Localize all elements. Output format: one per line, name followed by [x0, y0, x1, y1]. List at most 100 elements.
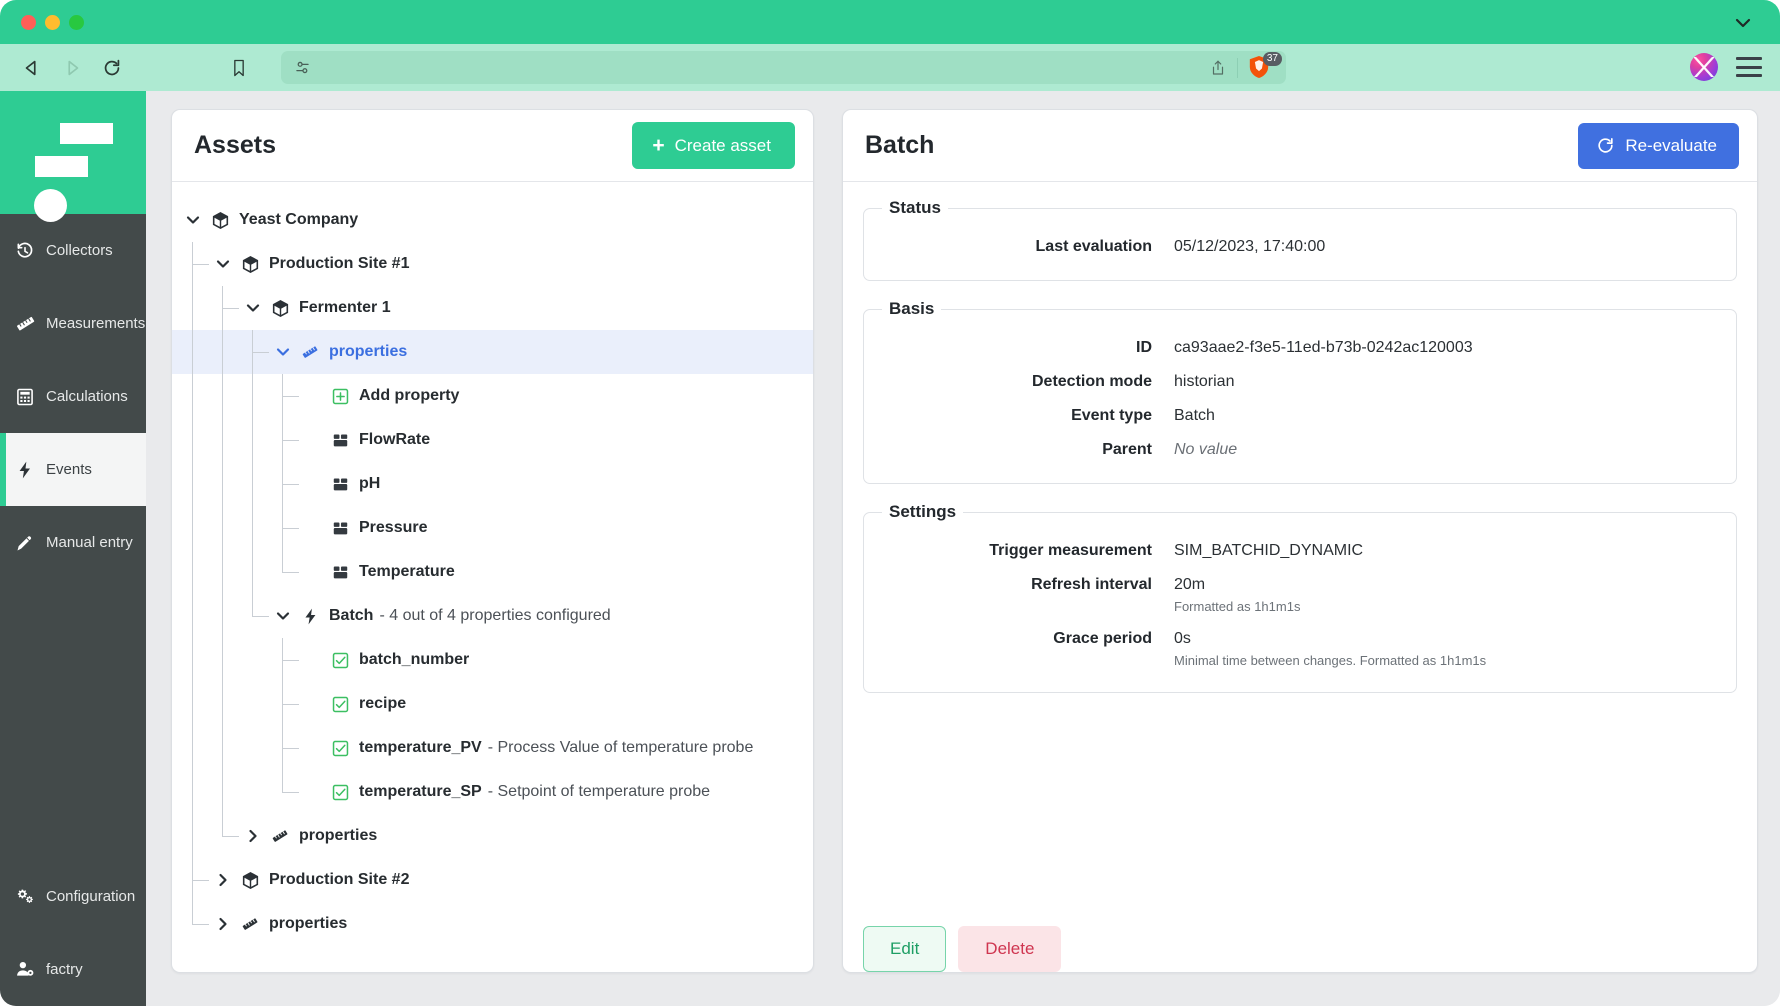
- browser-titlebar: [0, 0, 1780, 44]
- sidebar-item-user[interactable]: factry: [0, 933, 146, 1006]
- detail-row-value: Batch: [1174, 407, 1215, 424]
- edit-button[interactable]: Edit: [863, 926, 947, 972]
- detail-row-label: Parent: [1102, 441, 1152, 458]
- create-asset-button[interactable]: + Create asset: [632, 122, 795, 169]
- sidebar-item-configuration[interactable]: Configuration: [0, 860, 146, 933]
- tree-node[interactable]: recipe: [172, 682, 813, 726]
- tree-node[interactable]: Production Site #2: [172, 858, 813, 902]
- tree-node[interactable]: Pressure: [172, 506, 813, 550]
- tree-node-label: Production Site #2: [269, 871, 410, 888]
- event-detail-panel: Batch Re-evaluate Status Last evaluation…: [842, 109, 1758, 973]
- tree-node-label: Add property: [359, 387, 460, 404]
- tree-node-description: - Process Value of temperature probe: [487, 739, 754, 756]
- share-icon[interactable]: [1209, 58, 1227, 78]
- plus-box-icon: [330, 386, 350, 406]
- tree-node-label: Pressure: [359, 519, 428, 536]
- tree-node[interactable]: Temperature: [172, 550, 813, 594]
- sidebar-item-collectors[interactable]: Collectors: [0, 214, 146, 287]
- detail-row-label: Refresh interval: [1031, 576, 1152, 593]
- measurement-icon: [330, 430, 350, 450]
- tree-node[interactable]: Add property: [172, 374, 813, 418]
- tree-node[interactable]: Batch - 4 out of 4 properties configured: [172, 594, 813, 638]
- close-window-button[interactable]: [21, 14, 36, 30]
- tree-node[interactable]: FlowRate: [172, 418, 813, 462]
- forward-arrow-icon[interactable]: [52, 51, 92, 85]
- tree-node[interactable]: properties: [172, 814, 813, 858]
- tree-node-label: Yeast Company: [239, 211, 359, 228]
- tree-node[interactable]: pH: [172, 462, 813, 506]
- bookmark-icon[interactable]: [222, 51, 256, 85]
- settings-legend: Settings: [889, 502, 957, 521]
- detail-row-label: Last evaluation: [1035, 238, 1152, 255]
- lightning-bolt-icon: [300, 606, 320, 626]
- app-sidebar: Collectors Measurements Calculations Eve…: [0, 91, 146, 1006]
- tree-node[interactable]: Fermenter 1: [172, 286, 813, 330]
- shield-count-badge: 37: [1262, 51, 1282, 66]
- chevron-right-icon[interactable]: [214, 915, 232, 933]
- tree-node[interactable]: temperature_PV - Process Value of tempera…: [172, 726, 813, 770]
- brave-shields-button[interactable]: 37: [1248, 51, 1282, 81]
- minimize-window-button[interactable]: [45, 14, 60, 30]
- lightning-bolt-icon: [14, 459, 36, 481]
- sidebar-item-events[interactable]: Events: [0, 433, 146, 506]
- tree-node[interactable]: Yeast Company: [172, 198, 813, 242]
- settings-rows: Trigger measurement SIM_BATCHID_DYNAMIC Re…: [882, 534, 1718, 676]
- tree-node-label: Temperature: [359, 563, 455, 580]
- app-page: Collectors Measurements Calculations Eve…: [0, 91, 1780, 1006]
- detail-row: Last evaluation 05/12/2023, 17:40:00: [882, 230, 1718, 264]
- chevron-down-icon[interactable]: [274, 343, 292, 361]
- re-evaluate-button[interactable]: Re-evaluate: [1578, 122, 1739, 169]
- factry-logo[interactable]: [0, 91, 146, 222]
- tree-node[interactable]: properties: [172, 330, 813, 374]
- maximize-window-button[interactable]: [69, 14, 84, 30]
- chevron-down-icon[interactable]: [184, 211, 202, 229]
- address-bar[interactable]: 37: [281, 51, 1286, 84]
- cube-icon: [240, 254, 260, 274]
- cube-icon: [270, 298, 290, 318]
- sidebar-item-calculations[interactable]: Calculations: [0, 360, 146, 433]
- chevron-down-icon[interactable]: [1733, 13, 1753, 33]
- hamburger-menu-icon[interactable]: [1736, 57, 1762, 77]
- chevron-right-icon[interactable]: [244, 827, 262, 845]
- sidebar-item-manual-entry[interactable]: Manual entry: [0, 506, 146, 579]
- sidebar-item-measurements[interactable]: Measurements: [0, 287, 146, 360]
- detail-row: Detection mode historian: [882, 365, 1718, 399]
- gears-icon: [14, 886, 36, 908]
- detail-row: ID ca93aae2-f3e5-11ed-b73b-0242ac120003: [882, 331, 1718, 365]
- chevron-down-icon[interactable]: [274, 607, 292, 625]
- tree-node[interactable]: batch_number: [172, 638, 813, 682]
- ruler-icon: [300, 342, 320, 362]
- tree-node[interactable]: properties: [172, 902, 813, 946]
- detail-row-value: 05/12/2023, 17:40:00: [1174, 238, 1326, 255]
- page-title: Assets: [194, 131, 276, 159]
- chevron-down-icon[interactable]: [244, 299, 262, 317]
- detail-panel-header: Batch Re-evaluate: [843, 110, 1757, 182]
- back-arrow-icon[interactable]: [12, 51, 52, 85]
- detail-row-label: Trigger measurement: [989, 542, 1152, 559]
- sidebar-item-label: factry: [46, 961, 83, 978]
- tree-node[interactable]: Production Site #1: [172, 242, 813, 286]
- detail-body: Status Last evaluation 05/12/2023, 17:40:…: [843, 182, 1757, 924]
- profile-avatar[interactable]: [1690, 53, 1718, 81]
- ruler-icon: [240, 914, 260, 934]
- sidebar-item-label: Collectors: [46, 242, 113, 259]
- delete-button[interactable]: Delete: [958, 926, 1062, 972]
- site-settings-icon[interactable]: [293, 58, 312, 77]
- tree-node-label: Fermenter 1: [299, 299, 391, 316]
- detail-row-label: Detection mode: [1031, 373, 1152, 390]
- tree-node[interactable]: temperature_SP - Setpoint of temperature …: [172, 770, 813, 814]
- toolbar-divider: [1237, 57, 1238, 78]
- status-fieldset: Status Last evaluation 05/12/2023, 17:40:…: [863, 198, 1737, 281]
- tree-node-description: - 4 out of 4 properties configured: [379, 607, 611, 624]
- measurement-icon: [330, 562, 350, 582]
- window-controls[interactable]: [21, 14, 84, 30]
- chevron-right-icon[interactable]: [214, 871, 232, 889]
- detail-row: Event type Batch: [882, 399, 1718, 433]
- chevron-down-icon[interactable]: [214, 255, 232, 273]
- reload-icon[interactable]: [92, 51, 132, 85]
- detail-row-value: No value: [1174, 441, 1238, 458]
- sidebar-nav: Collectors Measurements Calculations Eve…: [0, 214, 146, 579]
- ruler-icon: [14, 313, 36, 335]
- check-box-icon: [330, 738, 350, 758]
